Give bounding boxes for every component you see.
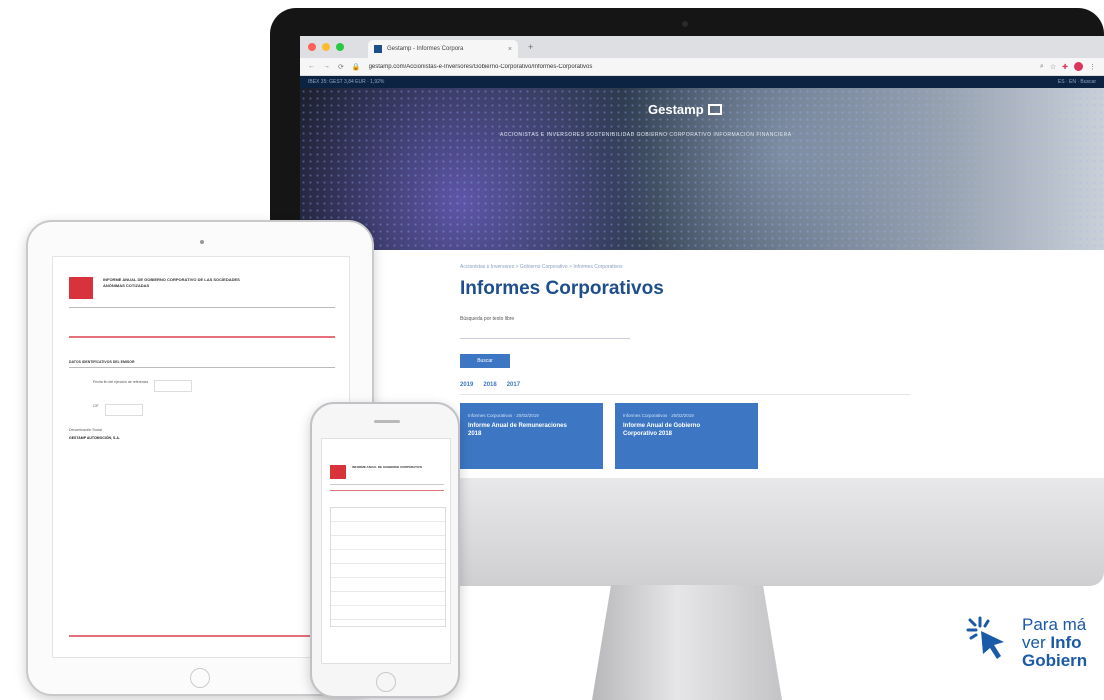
- browser-tab[interactable]: Gestamp - Informes Corpora ×: [368, 40, 518, 58]
- iphone-device: INFORME ANUAL DE GOBIERNO CORPORATIVO: [310, 402, 460, 698]
- doc-section-title: DATOS IDENTIFICATIVOS DEL EMISOR: [69, 360, 135, 364]
- profile-avatar[interactable]: [1074, 62, 1083, 71]
- new-tab-button[interactable]: +: [528, 42, 533, 52]
- field-label: Denominación Social: [69, 428, 102, 432]
- doc-field-row: Fecha fin del ejercicio de referencia: [93, 380, 349, 392]
- cnmv-logo: [69, 277, 93, 299]
- browser-toolbar: ← → ⟳ 🔒 gestamp.com/Accionistas-e-Invers…: [300, 58, 1104, 76]
- extension-icon[interactable]: ✚: [1062, 63, 1068, 71]
- breadcrumb[interactable]: Accionistas e Inversores > Gobierno Corp…: [460, 264, 1104, 270]
- divider: [69, 336, 335, 338]
- search-button[interactable]: Buscar: [460, 354, 510, 368]
- camera-icon: [200, 240, 204, 244]
- extensions-area: ⌕ ☆ ✚ ⋮: [1040, 62, 1096, 71]
- cta-prefix: ver: [1022, 632, 1051, 652]
- stock-ticker: IBEX 35: GEST 3,84 EUR · 1,92%: [308, 79, 385, 85]
- cta-line: ver Info: [1022, 632, 1087, 652]
- cta-text[interactable]: Para má ver Info Gobiern: [1022, 616, 1087, 670]
- search-label: Búsqueda por texto libre: [460, 316, 515, 322]
- imac-stand: [592, 585, 782, 700]
- field-value: [154, 380, 193, 392]
- report-card[interactable]: Informes Corporativos · 20/02/2019 Infor…: [615, 403, 758, 469]
- year-tab[interactable]: 2018: [483, 382, 496, 388]
- menu-icon[interactable]: ⋮: [1089, 63, 1096, 71]
- site-topbar: IBEX 35: GEST 3,84 EUR · 1,92% ES · EN ·…: [300, 76, 1104, 88]
- divider: [460, 394, 910, 395]
- doc-header: INFORME ANUAL DE GOBIERNO CORPORATIVO DE…: [53, 257, 349, 299]
- reload-icon[interactable]: ⟳: [338, 63, 344, 71]
- star-icon[interactable]: ☆: [1050, 63, 1056, 71]
- divider: [330, 484, 444, 485]
- report-card[interactable]: Informes Corporativos · 20/02/2019 Infor…: [460, 403, 603, 469]
- doc-footer-rule: [69, 635, 335, 637]
- search-input[interactable]: [460, 330, 630, 339]
- camera-icon: [682, 21, 688, 27]
- tab-close-icon[interactable]: ×: [508, 46, 512, 53]
- lock-icon: 🔒: [351, 63, 361, 71]
- maximize-window-icon[interactable]: [336, 43, 344, 51]
- card-kicker: Informes Corporativos · 20/02/2019: [623, 413, 694, 418]
- click-cursor-icon: [966, 616, 1004, 659]
- divider: [69, 307, 335, 308]
- browser-tabstrip: Gestamp - Informes Corpora × +: [300, 36, 1104, 58]
- hero-banner: Gestamp ACCIONISTAS E INVERSORES SOSTENI…: [300, 88, 1104, 250]
- logo-mark-icon: [707, 104, 722, 115]
- ipad-screen: INFORME ANUAL DE GOBIERNO CORPORATIVO DE…: [52, 256, 350, 658]
- doc-title: INFORME ANUAL DE GOBIERNO CORPORATIVO DE…: [103, 277, 240, 288]
- language-links[interactable]: ES · EN · Buscar: [1058, 79, 1096, 85]
- card-title: Informe Anual de Remuneraciones 2018: [468, 423, 567, 437]
- year-filter: 2019 2018 2017: [460, 382, 1104, 388]
- zoom-icon[interactable]: ⌕: [1040, 63, 1044, 71]
- devices-mockup: Gestamp - Informes Corpora × + ← → ⟳ 🔒 g…: [0, 0, 1104, 700]
- field-label: Fecha fin del ejercicio de referencia: [93, 380, 149, 384]
- card-kicker: Informes Corporativos · 20/02/2019: [468, 413, 539, 418]
- page-title: Informes Corporativos: [460, 278, 664, 299]
- divider: [330, 490, 444, 491]
- card-title: Informe Anual de Gobierno Corporativo 20…: [623, 423, 701, 437]
- main-nav[interactable]: ACCIONISTAS E INVERSORES SOSTENIBILIDAD …: [500, 132, 792, 138]
- tab-title: Gestamp - Informes Corpora: [387, 46, 464, 52]
- iphone-screen: INFORME ANUAL DE GOBIERNO CORPORATIVO: [321, 438, 451, 664]
- cta-line: Para má: [1022, 615, 1087, 634]
- minimize-window-icon[interactable]: [322, 43, 330, 51]
- doc-header: INFORME ANUAL DE GOBIERNO CORPORATIVO: [322, 439, 450, 479]
- home-button[interactable]: [190, 668, 210, 688]
- doc-field-row: Denominación Social GESTAMP AUTOMOCIÓN, …: [69, 428, 349, 440]
- year-tab[interactable]: 2017: [507, 382, 520, 388]
- gestamp-logo[interactable]: Gestamp: [648, 102, 722, 117]
- home-button[interactable]: [376, 672, 396, 692]
- favicon-icon: [374, 45, 382, 53]
- report-cards: Informes Corporativos · 20/02/2019 Infor…: [460, 403, 1104, 469]
- divider: [69, 367, 335, 368]
- doc-table: [330, 507, 446, 627]
- field-label: CIF: [93, 404, 99, 408]
- cnmv-logo: [330, 465, 346, 479]
- address-bar[interactable]: gestamp.com/Accionistas-e-Inversores/Gob…: [369, 64, 1032, 70]
- brand-name: Gestamp: [648, 102, 704, 117]
- doc-field-row: CIF: [93, 404, 349, 416]
- cta-link[interactable]: Para má ver Info Gobiern: [966, 616, 1087, 670]
- cta-bold: Info: [1050, 632, 1082, 652]
- field-value: [104, 404, 143, 416]
- cta-line: Gobiern: [1022, 650, 1088, 670]
- year-tab[interactable]: 2019: [460, 382, 473, 388]
- doc-title: INFORME ANUAL DE GOBIERNO CORPORATIVO: [352, 465, 423, 469]
- company-name: GESTAMP AUTOMOCIÓN, S.A.: [69, 436, 120, 440]
- back-icon[interactable]: ←: [308, 63, 315, 70]
- forward-icon[interactable]: →: [323, 63, 330, 70]
- close-window-icon[interactable]: [308, 43, 316, 51]
- speaker-icon: [374, 420, 400, 423]
